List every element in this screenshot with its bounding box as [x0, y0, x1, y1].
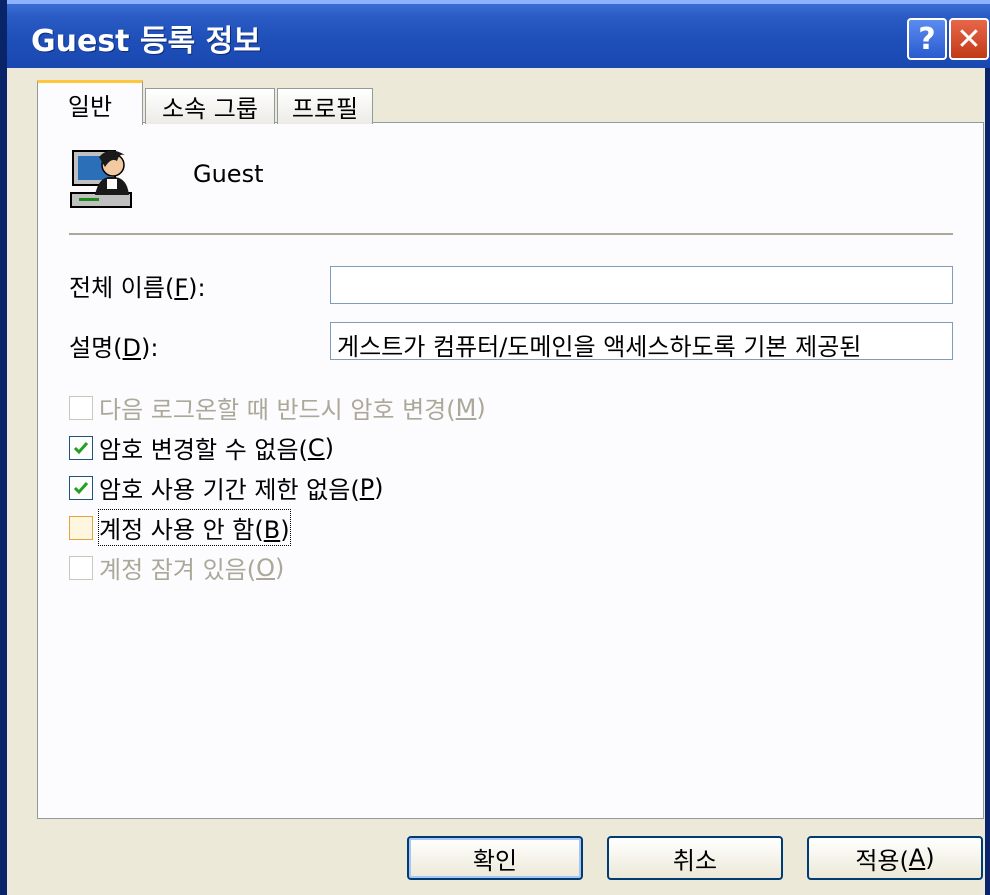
account-disabled-checkbox[interactable]: 계정 사용 안 함(B): [69, 509, 291, 546]
help-button[interactable]: ?: [907, 18, 947, 60]
check-icon: [69, 475, 93, 500]
fullname-field[interactable]: [330, 266, 953, 304]
tab-member-of-label: 소속 그룹: [162, 95, 258, 123]
fullname-label: 전체 이름(F):: [69, 274, 206, 302]
account-locked-checkbox: 계정 잠겨 있음(O): [69, 550, 284, 585]
checkbox-box: [69, 395, 93, 420]
tab-general-label: 일반: [67, 92, 113, 121]
cancel-button[interactable]: 취소: [607, 836, 783, 880]
help-icon: ?: [918, 21, 936, 57]
tab-general[interactable]: 일반: [37, 80, 143, 125]
must-change-password-checkbox: 다음 로그온할 때 반드시 암호 변경(M): [69, 390, 486, 425]
apply-button[interactable]: 적용(A): [807, 836, 983, 880]
check-icon: [69, 435, 93, 460]
separator: [69, 233, 953, 235]
ok-button[interactable]: 확인: [407, 836, 583, 880]
password-never-expires-checkbox[interactable]: 암호 사용 기간 제한 없음(P): [69, 470, 384, 505]
user-name: Guest: [193, 160, 264, 188]
cannot-change-password-checkbox[interactable]: 암호 변경할 수 없음(C): [69, 430, 334, 465]
description-field[interactable]: 게스트가 컴퓨터/도메인을 액세스하도록 기본 제공된: [330, 322, 953, 360]
close-icon: ✕: [956, 21, 982, 57]
tab-member-of[interactable]: 소속 그룹: [145, 88, 275, 124]
properties-dialog: Guest 등록 정보 ? ✕ 일반 소속 그룹 프로필 Guest 전체 이름…: [0, 0, 990, 895]
description-label: 설명(D):: [69, 334, 159, 362]
checkbox-box: [69, 555, 93, 580]
checkbox-label: 계정 사용 안 함(B): [98, 509, 291, 546]
checkbox-box: [69, 515, 93, 540]
tab-profile-label: 프로필: [291, 95, 359, 123]
user-computer-icon: [69, 145, 139, 219]
title-bar[interactable]: Guest 등록 정보 ? ✕: [7, 0, 990, 68]
tab-profile[interactable]: 프로필: [277, 88, 373, 124]
close-button[interactable]: ✕: [949, 18, 989, 60]
window-title: Guest 등록 정보: [31, 24, 261, 59]
